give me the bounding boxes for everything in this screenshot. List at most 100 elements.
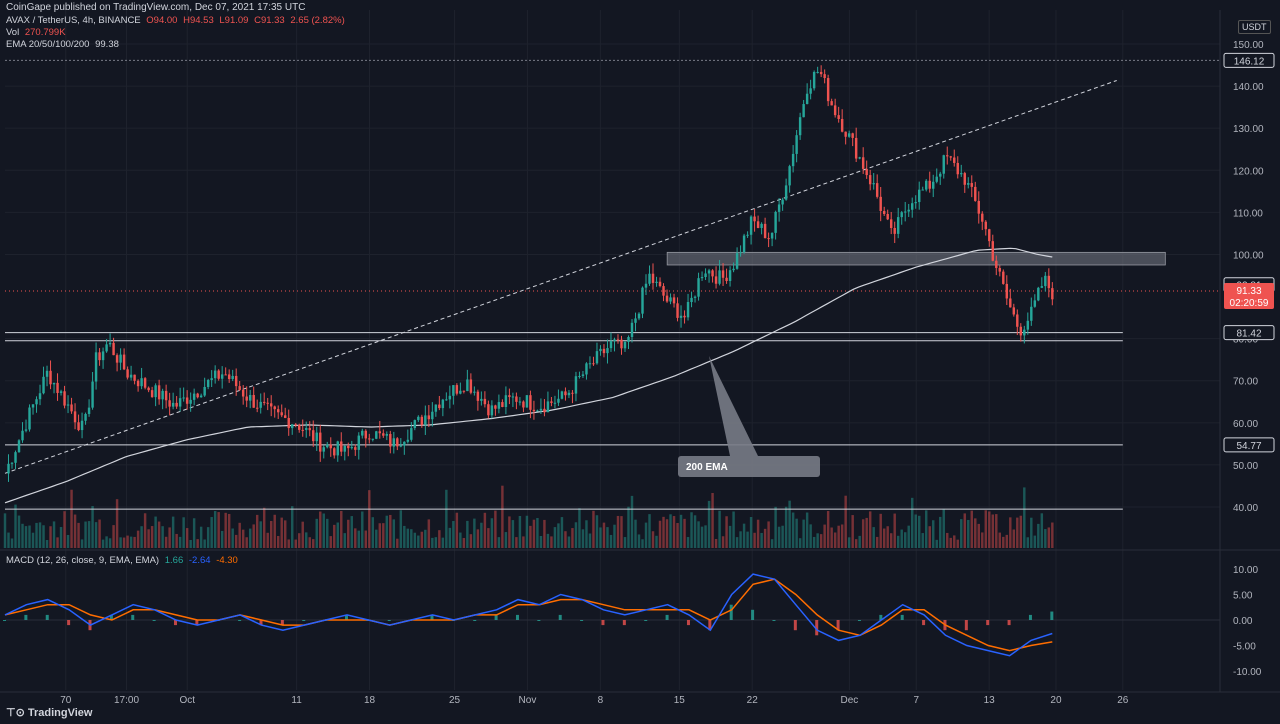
volume-bar bbox=[739, 531, 742, 548]
volume-bar bbox=[939, 516, 942, 548]
volume-bar bbox=[35, 522, 38, 548]
price-chart[interactable]: 200 EMA150.00140.00130.00120.00110.00100… bbox=[0, 0, 1280, 724]
price-axis-tick: 50.00 bbox=[1233, 461, 1258, 472]
candle-body bbox=[998, 268, 1002, 272]
candle-body bbox=[861, 157, 865, 169]
candle-body bbox=[725, 277, 728, 281]
ascending-trendline[interactable] bbox=[4, 80, 1117, 474]
candle-body bbox=[178, 398, 182, 407]
macd-histogram-bar bbox=[67, 620, 71, 626]
candle-body bbox=[504, 395, 508, 408]
volume-bar bbox=[900, 529, 903, 548]
macd-histogram-bar bbox=[580, 620, 584, 621]
currency-label[interactable]: USDT bbox=[1238, 20, 1271, 34]
volume-bar bbox=[690, 512, 693, 548]
volume-bar bbox=[73, 514, 77, 548]
candle-body bbox=[91, 381, 94, 408]
candle-body bbox=[466, 379, 469, 392]
candle-body bbox=[735, 253, 739, 269]
volume-bar bbox=[676, 523, 679, 548]
volume-bar bbox=[914, 514, 917, 548]
volume-bar bbox=[798, 538, 802, 548]
volume-bar bbox=[122, 537, 126, 548]
candle-body bbox=[108, 342, 112, 345]
candle-body bbox=[585, 363, 588, 375]
candle-body bbox=[977, 200, 980, 214]
candle-body bbox=[490, 405, 494, 416]
volume-bar bbox=[620, 516, 623, 548]
candle-body bbox=[403, 441, 406, 446]
volume-bar bbox=[322, 513, 325, 548]
candle-body bbox=[679, 315, 683, 318]
candle-body bbox=[690, 297, 693, 303]
candle-body bbox=[269, 403, 273, 407]
candle-body bbox=[427, 415, 431, 420]
candle-body bbox=[392, 438, 396, 447]
volume-bar bbox=[578, 508, 581, 548]
volume-bar bbox=[119, 537, 122, 548]
candle-body bbox=[122, 354, 126, 370]
volume-bar bbox=[518, 516, 522, 548]
ema-label: EMA 20/50/100/200 bbox=[6, 39, 90, 50]
volume-bar bbox=[42, 525, 45, 548]
volume-bar bbox=[946, 532, 949, 548]
ema-header[interactable]: EMA 20/50/100/200 99.38 bbox=[6, 39, 122, 51]
macd-header[interactable]: MACD (12, 26, close, 9, EMA, EMA) 1.66 -… bbox=[6, 555, 241, 567]
volume-bar bbox=[298, 533, 301, 548]
volume-bar bbox=[686, 537, 690, 548]
candle-body bbox=[963, 173, 966, 185]
candle-body bbox=[420, 416, 424, 425]
candle-body bbox=[865, 168, 868, 176]
volume-bar bbox=[770, 539, 774, 548]
candle-body bbox=[73, 411, 77, 423]
volume-bar bbox=[809, 524, 812, 548]
volume-bar bbox=[683, 518, 686, 548]
candle-body bbox=[536, 410, 539, 412]
candle-body bbox=[494, 405, 497, 409]
candle-body bbox=[644, 283, 648, 288]
candle-body bbox=[879, 196, 882, 211]
candle-body bbox=[753, 216, 756, 222]
candle-body bbox=[361, 430, 364, 436]
volume-header[interactable]: Vol 270.799K bbox=[6, 27, 69, 39]
candle-body bbox=[157, 385, 161, 400]
candle-body bbox=[588, 363, 592, 365]
time-axis-tick: Oct bbox=[179, 695, 195, 706]
symbol-name[interactable]: AVAX / TetherUS, 4h, BINANCE bbox=[6, 15, 141, 26]
candle-body bbox=[119, 354, 122, 363]
volume-bar bbox=[94, 522, 98, 548]
volume-bar bbox=[662, 516, 665, 548]
time-axis-tick: 17:00 bbox=[114, 695, 139, 706]
macd-histogram-bar bbox=[1007, 620, 1011, 626]
candle-body bbox=[396, 438, 399, 447]
volume-bar bbox=[129, 536, 133, 548]
candle-body bbox=[38, 393, 42, 400]
candle-body bbox=[830, 101, 833, 106]
candle-body bbox=[84, 413, 87, 421]
volume-bar bbox=[1047, 527, 1051, 548]
volume-bar bbox=[753, 532, 756, 548]
candle-body bbox=[80, 420, 84, 431]
candle-body bbox=[231, 375, 234, 380]
candle-body bbox=[1023, 329, 1026, 336]
volume-bar bbox=[1040, 513, 1044, 548]
volume-bar bbox=[571, 528, 574, 548]
macd-signal-line[interactable] bbox=[4, 578, 1053, 652]
candle-body bbox=[417, 416, 420, 421]
volume-bar bbox=[157, 521, 161, 548]
candle-body bbox=[641, 287, 644, 314]
volume-bar bbox=[970, 510, 973, 548]
volume-bar bbox=[210, 517, 213, 548]
resistance-zone[interactable] bbox=[666, 251, 1166, 266]
volume-bar bbox=[49, 526, 52, 548]
candle-body bbox=[812, 71, 816, 89]
candle-body bbox=[35, 399, 38, 405]
tradingview-logo[interactable]: ⊤⊙ TradingView bbox=[6, 706, 92, 719]
volume-bar bbox=[886, 526, 889, 548]
candle-body bbox=[487, 404, 490, 416]
candle-body bbox=[10, 462, 14, 464]
candle-body bbox=[441, 399, 445, 409]
candle-body bbox=[707, 270, 711, 274]
candle-body bbox=[921, 189, 924, 191]
candle-body bbox=[322, 447, 325, 452]
